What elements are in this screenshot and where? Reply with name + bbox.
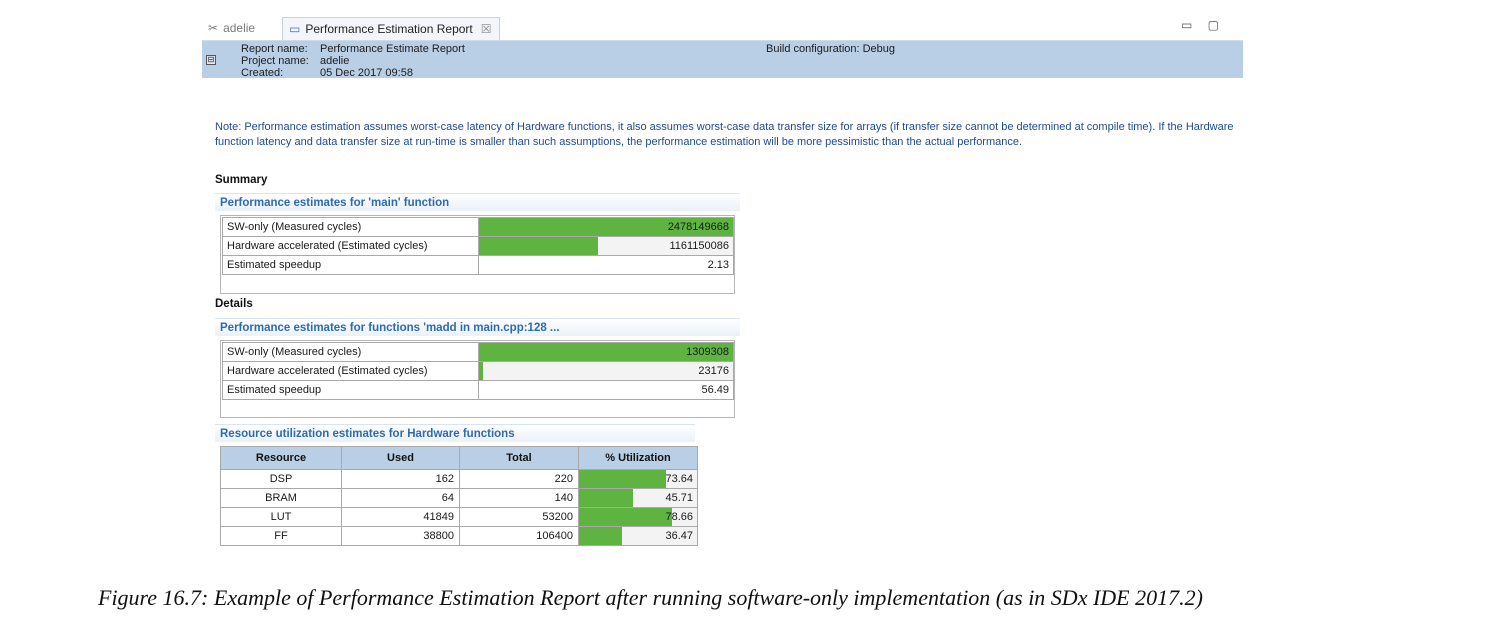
table-row: Estimated speedup 56.49 — [222, 380, 734, 400]
value-bar-cell: 1309308 — [478, 342, 734, 362]
tab-performance-report[interactable]: ▭ Performance Estimation Report ☒ — [282, 17, 500, 40]
utilization-cell: 45.71 — [578, 488, 698, 508]
resource-total: 220 — [459, 469, 579, 489]
table-row: LUT 41849 53200 78.66 — [220, 507, 698, 527]
tab-adelie[interactable]: ✂ adelie — [208, 17, 255, 39]
row-label: Estimated speedup — [222, 255, 479, 275]
table-row: SW-only (Measured cycles) 1309308 — [222, 342, 734, 362]
collapse-icon[interactable]: ⊟ — [206, 55, 216, 65]
summary-table: SW-only (Measured cycles) 2478149668 Har… — [222, 217, 734, 275]
report-header: ⊟ Report name: Performance Estimate Repo… — [202, 41, 1243, 79]
details-table: SW-only (Measured cycles) 1309308 Hardwa… — [222, 342, 734, 400]
summary-table-box: SW-only (Measured cycles) 2478149668 Har… — [220, 215, 735, 294]
utilization-value: 73.64 — [665, 473, 693, 485]
utilization-cell: 73.64 — [578, 469, 698, 489]
editor-tab-bar: ✂ adelie ▭ Performance Estimation Report… — [202, 14, 1243, 41]
resource-total: 106400 — [459, 526, 579, 546]
tab-adelie-label: adelie — [223, 21, 256, 35]
report-name-label: Report name: — [241, 43, 308, 55]
details-title: Details — [215, 298, 253, 310]
table-row: Hardware accelerated (Estimated cycles) … — [222, 236, 734, 256]
table-row: DSP 162 220 73.64 — [220, 469, 698, 489]
project-name-row: Project name: adelie — [241, 55, 349, 67]
value-cell: 56.49 — [478, 380, 734, 400]
project-name-value: adelie — [320, 55, 350, 67]
utilization-value: 36.47 — [665, 530, 693, 542]
utilization-value: 78.66 — [665, 511, 693, 523]
row-value: 23176 — [698, 365, 729, 377]
row-label: Hardware accelerated (Estimated cycles) — [222, 236, 479, 256]
table-row: SW-only (Measured cycles) 2478149668 — [222, 217, 734, 237]
row-label: Estimated speedup — [222, 380, 479, 400]
resource-used: 38800 — [341, 526, 460, 546]
row-label: SW-only (Measured cycles) — [222, 217, 479, 237]
created-label: Created: — [241, 67, 284, 79]
estimation-note: Note: Performance estimation assumes wor… — [215, 121, 1234, 148]
build-configuration: Build configuration: Debug — [766, 43, 896, 55]
table-row: BRAM 64 140 45.71 — [220, 488, 698, 508]
col-resource[interactable]: Resource — [220, 446, 342, 470]
resource-name: BRAM — [220, 488, 342, 508]
tab-performance-report-label: Performance Estimation Report — [305, 22, 473, 36]
resource-total: 53200 — [459, 507, 579, 527]
summary-title: Summary — [215, 174, 268, 186]
value-bar-cell: 1161150086 — [478, 236, 734, 256]
resource-table: Resource Used Total % Utilization DSP 16… — [220, 446, 698, 546]
row-label: Hardware accelerated (Estimated cycles) — [222, 361, 479, 381]
created-value: 05 Dec 2017 09:58 — [320, 67, 413, 79]
summary-section-header[interactable]: Performance estimates for 'main' functio… — [215, 193, 740, 211]
resource-name: FF — [220, 526, 342, 546]
row-value: 2.13 — [707, 259, 729, 271]
resources-section-header[interactable]: Resource utilization estimates for Hardw… — [215, 424, 695, 442]
row-value: 1309308 — [686, 346, 729, 358]
details-table-box: SW-only (Measured cycles) 1309308 Hardwa… — [220, 340, 735, 418]
col-used[interactable]: Used — [341, 446, 460, 470]
close-icon[interactable]: ☒ — [481, 22, 492, 36]
value-bar-cell: 2478149668 — [478, 217, 734, 237]
report-name-value: Performance Estimate Report — [320, 43, 465, 55]
row-value: 2478149668 — [667, 221, 729, 233]
report-window-icon: ▭ — [289, 22, 301, 36]
resource-used: 41849 — [341, 507, 460, 527]
col-total[interactable]: Total — [459, 446, 579, 470]
project-tools-icon: ✂ — [208, 21, 219, 35]
resource-total: 140 — [459, 488, 579, 508]
resource-used: 162 — [341, 469, 460, 489]
col-utilization[interactable]: % Utilization — [578, 446, 698, 470]
utilization-value: 45.71 — [665, 492, 693, 504]
figure-caption: Figure 16.7: Example of Performance Esti… — [98, 585, 1203, 610]
window-controls[interactable]: ▭ ▢ — [1181, 18, 1225, 32]
resource-name: LUT — [220, 507, 342, 527]
table-row: Estimated speedup 2.13 — [222, 255, 734, 275]
resource-name: DSP — [220, 469, 342, 489]
row-value: 56.49 — [701, 384, 729, 396]
table-row: Hardware accelerated (Estimated cycles) … — [222, 361, 734, 381]
resource-used: 64 — [341, 488, 460, 508]
utilization-cell: 36.47 — [578, 526, 698, 546]
value-bar-cell: 23176 — [478, 361, 734, 381]
utilization-cell: 78.66 — [578, 507, 698, 527]
table-row: FF 38800 106400 36.47 — [220, 526, 698, 546]
created-row: Created: 05 Dec 2017 09:58 — [241, 67, 413, 79]
resource-header-row: Resource Used Total % Utilization — [220, 446, 698, 470]
project-name-label: Project name: — [241, 55, 309, 67]
details-section-header[interactable]: Performance estimates for functions 'mad… — [215, 318, 740, 336]
report-name-row: Report name: Performance Estimate Report — [241, 43, 465, 55]
value-cell: 2.13 — [478, 255, 734, 275]
row-value: 1161150086 — [669, 240, 729, 252]
row-label: SW-only (Measured cycles) — [222, 342, 479, 362]
